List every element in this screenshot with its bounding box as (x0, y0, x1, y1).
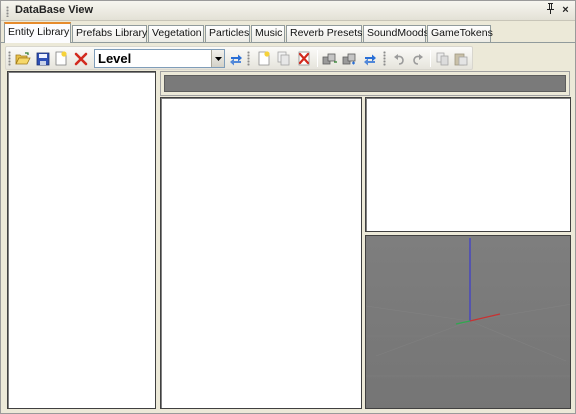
tab-vegetation[interactable]: Vegetation (148, 25, 204, 42)
pin-button[interactable] (544, 3, 557, 17)
tab-soundmoods[interactable]: SoundMoods (363, 25, 429, 42)
paste-button[interactable] (452, 50, 470, 67)
undo-button[interactable] (390, 50, 408, 67)
remove-item-icon (298, 51, 310, 66)
toolbar-separator (430, 50, 431, 67)
library-tree[interactable] (7, 71, 156, 409)
database-view-window: DataBase View × Entity Library Prefabs L… (0, 0, 576, 414)
tab-particles[interactable]: Particles (205, 25, 250, 42)
new-library-icon (55, 51, 67, 66)
pin-icon (547, 3, 554, 14)
redo-icon (413, 53, 423, 65)
library-toolbar: Level (5, 46, 473, 70)
add-item-icon (258, 51, 270, 66)
toolbar-grip-icon[interactable] (8, 51, 11, 66)
title-bar[interactable]: DataBase View × (1, 1, 575, 21)
level-select[interactable]: Level (94, 49, 225, 68)
copy-icon (436, 52, 449, 65)
viewport-grid (366, 236, 570, 408)
paste-icon (454, 53, 468, 65)
item-details-panel[interactable] (365, 97, 571, 232)
tab-entity-library[interactable]: Entity Library (4, 22, 71, 43)
redo-button[interactable] (409, 50, 427, 67)
toolbar-grip-icon[interactable] (383, 51, 386, 66)
remove-item-button[interactable] (295, 50, 313, 67)
item-properties-panel[interactable] (160, 97, 362, 409)
chevron-down-icon[interactable] (211, 50, 224, 67)
get-from-selection-icon (342, 53, 356, 64)
toolbar-separator (317, 50, 318, 67)
save-icon (36, 52, 50, 65)
drag-grip-icon[interactable] (6, 6, 9, 17)
delete-library-button[interactable] (72, 50, 90, 67)
copy-button[interactable] (434, 50, 452, 67)
delete-library-icon (74, 52, 88, 65)
preview-viewport[interactable] (365, 235, 571, 409)
get-from-selection-button[interactable] (341, 50, 359, 67)
reload-icon (230, 54, 242, 65)
undo-icon (394, 53, 404, 65)
toolbar-grip-icon[interactable] (247, 51, 250, 66)
new-library-button[interactable] (52, 50, 70, 67)
open-library-button[interactable] (14, 50, 32, 67)
tab-music[interactable]: Music (251, 25, 285, 42)
clone-item-icon (277, 51, 290, 66)
tab-gametokens[interactable]: GameTokens (427, 25, 493, 42)
tab-strip-divider (1, 42, 575, 43)
reload-library-button[interactable] (227, 50, 245, 67)
refresh-icon (364, 54, 376, 65)
tab-prefabs-library[interactable]: Prefabs Library (72, 25, 147, 42)
refresh-button[interactable] (361, 50, 379, 67)
close-icon: × (562, 4, 569, 16)
preview-header-bar (160, 71, 570, 96)
tab-reverb-presets[interactable]: Reverb Presets (286, 25, 362, 42)
clone-item-button[interactable] (275, 50, 293, 67)
preview-header-bar-fill (164, 75, 566, 92)
level-select-value: Level (98, 51, 132, 66)
add-item-button[interactable] (255, 50, 273, 67)
save-library-button[interactable] (34, 50, 52, 67)
assign-to-selection-icon (322, 53, 337, 64)
open-folder-icon (15, 51, 31, 64)
close-button[interactable]: × (559, 3, 572, 17)
assign-to-selection-button[interactable] (321, 50, 339, 67)
window-title: DataBase View (15, 4, 94, 16)
